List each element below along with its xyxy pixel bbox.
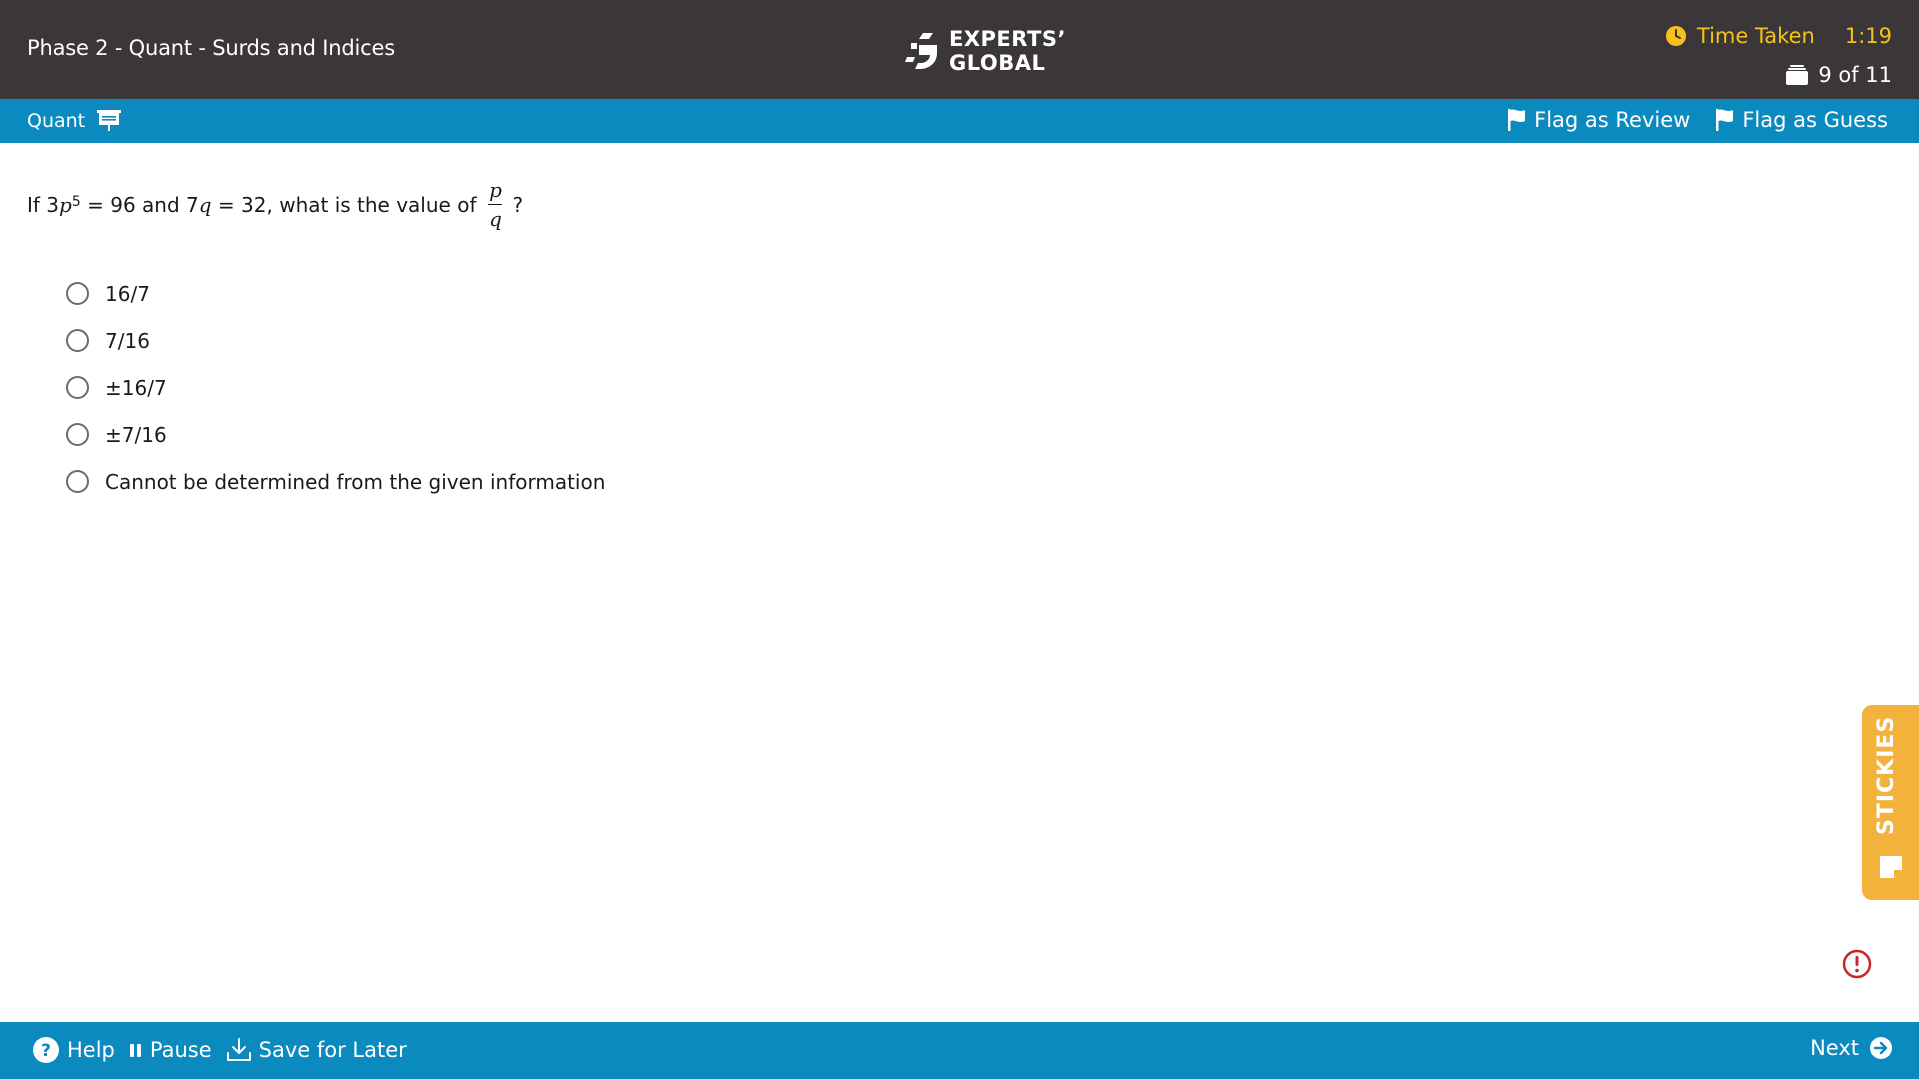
- question-suffix: = 32, what is the value of: [211, 192, 477, 217]
- presentation-icon[interactable]: [97, 109, 122, 133]
- pause-label: Pause: [149, 1038, 212, 1062]
- variable-p: p: [59, 192, 72, 217]
- timer-label: Time Taken: [1696, 24, 1815, 48]
- radio-button[interactable]: [66, 376, 89, 399]
- question-middle: = 96 and 7: [80, 192, 199, 217]
- answer-option-1[interactable]: 16/7: [66, 270, 605, 317]
- flag-icon: [1716, 109, 1734, 131]
- stickies-tab[interactable]: STICKIES: [1862, 705, 1919, 900]
- help-button[interactable]: ? Help: [32, 1036, 115, 1064]
- top-header: Phase 2 - Quant - Surds and Indices EXPE…: [0, 0, 1919, 99]
- question-counter-text: 9 of 11: [1818, 63, 1892, 87]
- fraction-denominator: q: [489, 207, 502, 231]
- help-label: Help: [67, 1038, 115, 1062]
- option-label: ±7/16: [105, 422, 167, 447]
- option-label: ±16/7: [105, 375, 167, 400]
- svg-text:?: ?: [41, 1041, 51, 1061]
- logo-line-1: EXPERTS’: [949, 27, 1066, 51]
- bottom-left-controls: ? Help Pause Save for Later: [32, 1036, 421, 1064]
- fraction-numerator: p: [489, 178, 502, 202]
- section-label: Quant: [27, 110, 86, 132]
- logo-wordmark: EXPERTS’ GLOBAL: [949, 27, 1066, 75]
- arrow-right-circle-icon: [1870, 1037, 1892, 1059]
- answer-option-5[interactable]: Cannot be determined from the given info…: [66, 458, 605, 505]
- fraction-p-over-q: p q: [488, 178, 503, 231]
- exponent: 5: [71, 193, 81, 210]
- stickies-label: STICKIES: [1874, 715, 1899, 835]
- radio-button[interactable]: [66, 329, 89, 352]
- test-title: Phase 2 - Quant - Surds and Indices: [27, 36, 395, 60]
- option-label: 16/7: [105, 281, 150, 306]
- flag-controls: Flag as Review Flag as Guess: [1508, 108, 1888, 132]
- download-icon: [226, 1038, 251, 1061]
- flag-icon: [1508, 109, 1526, 131]
- next-button[interactable]: Next: [1810, 1036, 1893, 1060]
- time-taken: Time Taken 1:19: [1665, 24, 1892, 48]
- fraction-bar: [488, 204, 503, 205]
- variable-q: q: [198, 192, 212, 217]
- answer-option-3[interactable]: ±16/7: [66, 364, 605, 411]
- save-for-later-button[interactable]: Save for Later: [226, 1037, 407, 1063]
- logo-line-2: GLOBAL: [949, 51, 1046, 75]
- flag-as-review-button[interactable]: Flag as Review: [1508, 108, 1690, 132]
- radio-button[interactable]: [66, 282, 89, 305]
- question-stem: If 3 p 5 = 96 and 7 q = 32, what is the …: [27, 178, 523, 231]
- bottom-toolbar: ? Help Pause Save for Later Next: [0, 1022, 1919, 1079]
- question-end: ?: [512, 192, 524, 217]
- logo-mark-icon: [905, 33, 937, 69]
- flag-guess-label: Flag as Guess: [1742, 108, 1888, 132]
- pause-icon: [129, 1044, 141, 1057]
- option-label: 7/16: [105, 328, 150, 353]
- flag-review-label: Flag as Review: [1534, 108, 1691, 132]
- option-label: Cannot be determined from the given info…: [105, 469, 606, 494]
- timer-value: 1:19: [1844, 24, 1892, 48]
- radio-button[interactable]: [66, 423, 89, 446]
- answer-option-2[interactable]: 7/16: [66, 317, 605, 364]
- pause-button[interactable]: Pause: [129, 1038, 212, 1062]
- help-icon: ?: [33, 1037, 59, 1063]
- sticky-note-icon: [1880, 856, 1902, 878]
- radio-button[interactable]: [66, 470, 89, 493]
- question-counter: 9 of 11: [1786, 63, 1892, 87]
- stack-icon: [1786, 65, 1809, 85]
- answer-option-4[interactable]: ±7/16: [66, 411, 605, 458]
- answer-options: 16/7 7/16 ±16/7 ±7/16 Cannot be determin…: [66, 270, 605, 505]
- experts-global-logo: EXPERTS’ GLOBAL: [903, 27, 1066, 75]
- next-label: Next: [1810, 1036, 1859, 1060]
- alert-icon[interactable]: [1842, 949, 1872, 979]
- question-prefix: If 3: [27, 192, 60, 217]
- clock-icon: [1665, 26, 1686, 46]
- flag-as-guess-button[interactable]: Flag as Guess: [1716, 108, 1888, 132]
- section-toolbar: Quant Flag as Review Flag as Guess: [0, 99, 1919, 143]
- save-for-later-label: Save for Later: [258, 1038, 407, 1062]
- section-indicator: Quant: [27, 109, 122, 133]
